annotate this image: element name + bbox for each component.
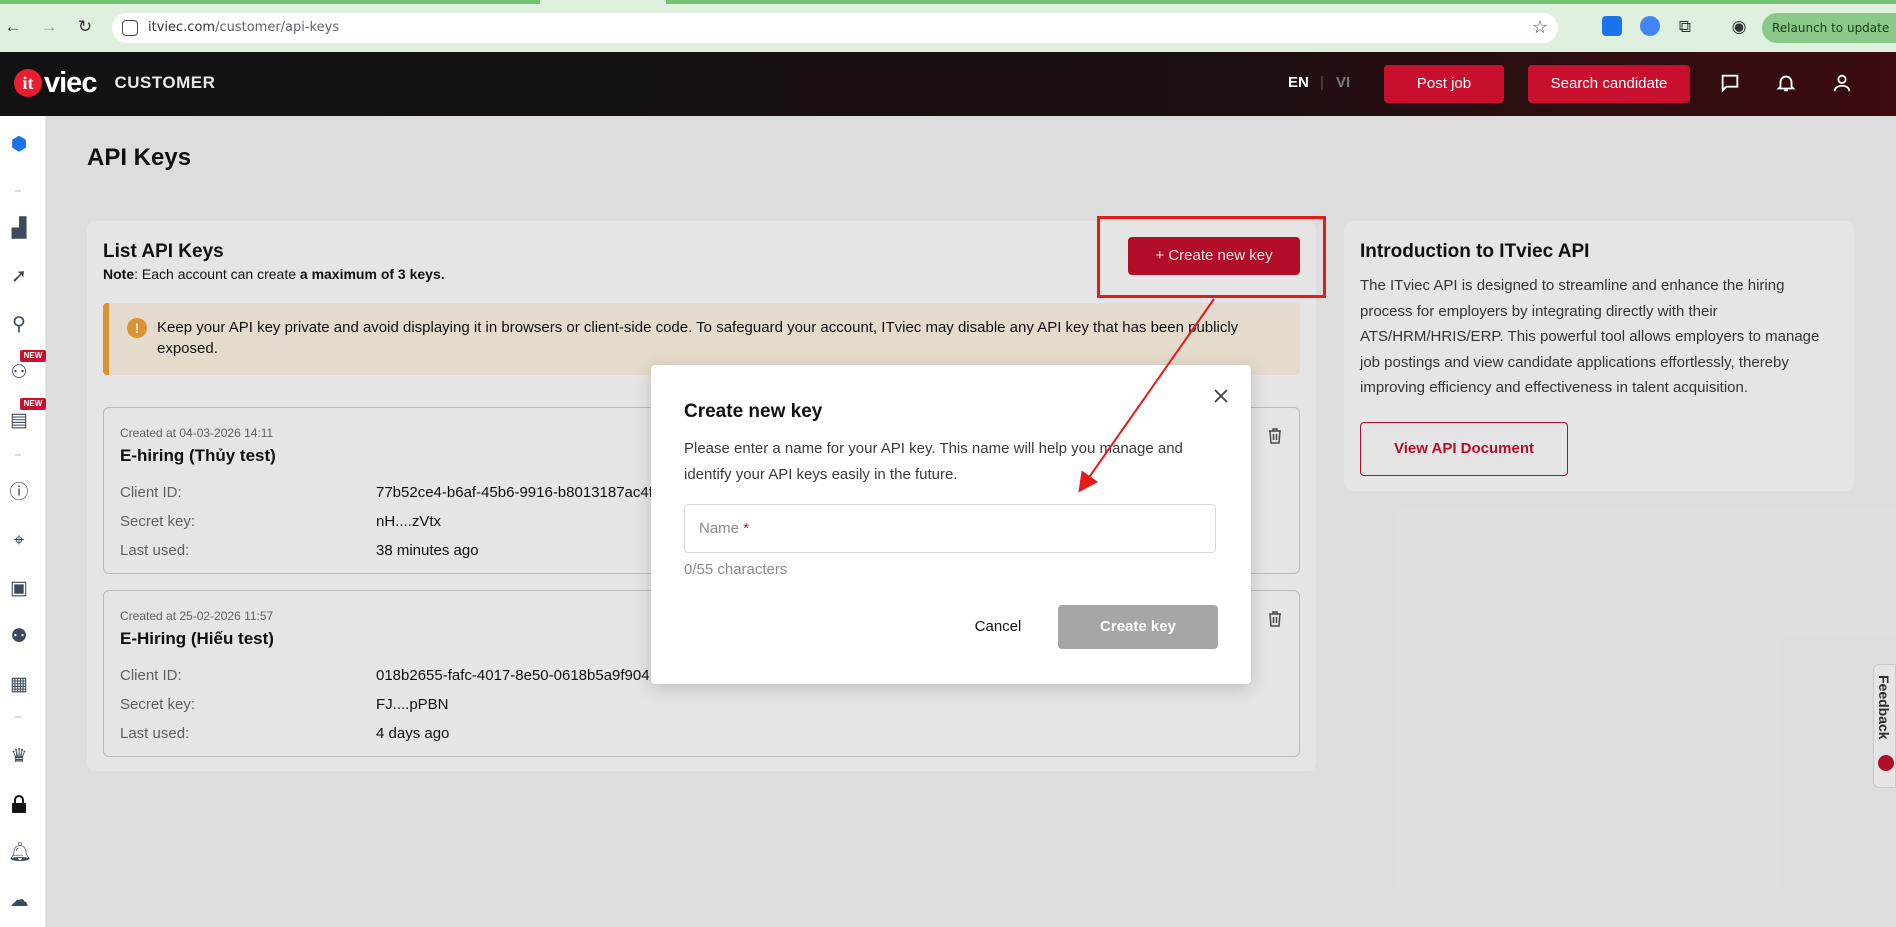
reload-icon[interactable]: ↻ <box>74 16 96 38</box>
search-candidate-button[interactable]: Search candidate <box>1528 65 1690 103</box>
info-icon[interactable]: ⓘ <box>8 482 30 504</box>
logo-wordmark: viec <box>44 66 97 99</box>
extensions-puzzle-icon[interactable]: ⧉ <box>1674 16 1696 38</box>
sidebar-divider <box>15 454 21 456</box>
cloud-icon[interactable]: ☁ <box>8 890 30 912</box>
ranking-icon[interactable]: ▟ <box>8 218 30 240</box>
close-icon[interactable] <box>1209 385 1233 409</box>
bell-icon[interactable] <box>1774 72 1798 96</box>
url-text: itviec.com/customer/api-keys <box>148 20 340 35</box>
annotation-highlight-box <box>1097 216 1326 298</box>
section-label: CUSTOMER <box>114 73 216 92</box>
address-bar[interactable]: itviec.com/customer/api-keys ☆ <box>112 13 1558 43</box>
lang-en-link[interactable]: EN <box>1288 74 1309 91</box>
logo-it-mark: it <box>14 69 42 97</box>
app-header: it viec CUSTOMER EN | VI Post job Search… <box>0 52 1896 116</box>
new-badge: NEW <box>20 398 46 410</box>
create-key-button[interactable]: Create key <box>1058 605 1218 649</box>
notification-icon[interactable]: 🔔︎ <box>8 842 32 864</box>
crown-icon[interactable]: ♛ <box>8 746 30 768</box>
chat-icon[interactable] <box>1718 72 1742 96</box>
post-job-button[interactable]: Post job <box>1384 65 1504 103</box>
back-icon[interactable]: ← <box>2 16 24 38</box>
rocket-icon[interactable]: ➚ <box>8 266 30 288</box>
browser-toolbar: ← → ↻ itviec.com/customer/api-keys ☆ ⧉ ◉… <box>0 0 1896 52</box>
document-icon[interactable]: ▦ <box>8 674 30 696</box>
name-placeholder: Name * <box>699 520 750 537</box>
active-tab[interactable] <box>540 0 666 6</box>
relaunch-button[interactable]: Relaunch to update <box>1762 13 1896 43</box>
itviec-logo[interactable]: it viec CUSTOMER <box>14 66 215 100</box>
new-badge: NEW <box>20 350 46 362</box>
extension-badge-icon[interactable] <box>1640 16 1660 36</box>
search-people-icon[interactable]: ⚲ <box>8 314 30 336</box>
modal-description: Please enter a name for your API key. Th… <box>684 440 1183 483</box>
sidebar-divider <box>15 190 21 192</box>
cancel-button[interactable]: Cancel <box>948 605 1048 649</box>
extension-icon[interactable] <box>1602 16 1622 36</box>
sidebar-divider <box>15 716 21 718</box>
gallery-icon[interactable]: ▣ <box>8 578 30 600</box>
modal-title: Create new key <box>684 401 823 422</box>
messages-icon[interactable]: ▤ <box>8 410 30 432</box>
candidates-icon[interactable]: ⚇ <box>8 362 30 384</box>
user-icon[interactable] <box>1830 72 1854 96</box>
dashboard-icon[interactable]: ⬢ <box>8 134 30 156</box>
lang-separator: | <box>1320 74 1324 91</box>
tab-strip <box>0 0 1896 4</box>
create-key-modal: Create new key Please enter a name for y… <box>651 365 1251 684</box>
team-icon[interactable]: ⚉ <box>8 626 30 648</box>
location-icon[interactable]: ⌖ <box>8 530 30 552</box>
lock-icon[interactable] <box>8 794 30 816</box>
char-count: 0/55 characters <box>684 561 788 578</box>
forward-icon[interactable]: → <box>38 16 60 38</box>
profile-icon[interactable]: ◉ <box>1728 16 1750 38</box>
site-info-icon[interactable] <box>122 20 138 36</box>
left-sidebar: ⬢ ▟ ➚ ⚲ NEW ⚇ NEW ▤ ⓘ ⌖ ▣ ⚉ ▦ ♛ 🔔︎ ☁ <box>0 116 46 927</box>
bookmark-star-icon[interactable]: ☆ <box>1532 17 1548 38</box>
lang-vi-link[interactable]: VI <box>1336 74 1350 91</box>
name-input[interactable]: Name * <box>684 504 1216 553</box>
